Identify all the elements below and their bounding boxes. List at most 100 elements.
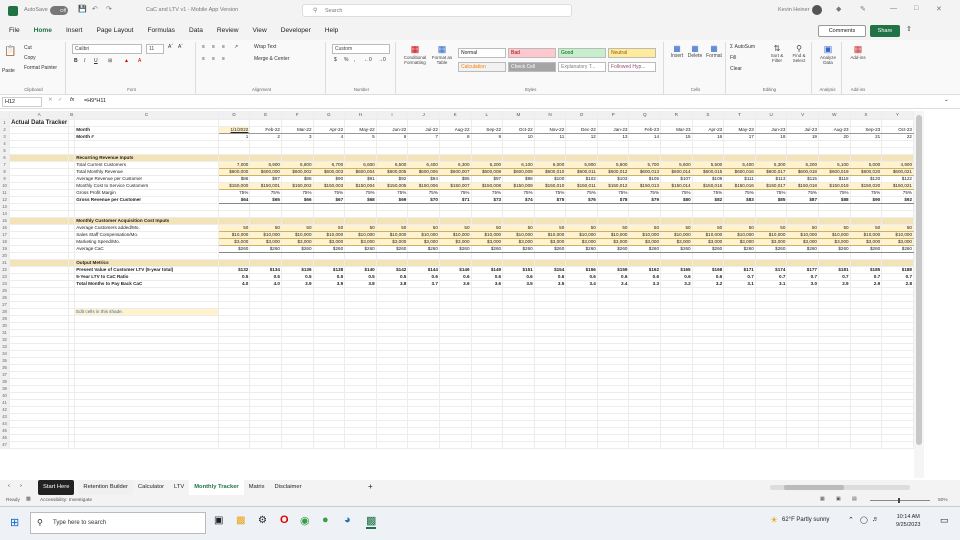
cell[interactable] [850,287,883,295]
cell[interactable]: 3.6 [439,280,472,288]
cancel-icon[interactable]: ✕ [48,97,53,103]
cell[interactable] [9,329,70,337]
cell[interactable]: $150,006 [407,182,440,190]
cell[interactable] [249,427,282,435]
cell[interactable]: 50 [850,224,883,232]
cell[interactable] [407,364,440,372]
cell[interactable] [249,371,282,379]
cell[interactable] [692,427,725,435]
cell[interactable]: $3,000 [407,238,440,246]
fx-icon[interactable]: fx [70,97,74,103]
cell[interactable]: $260 [471,245,504,253]
row-header[interactable]: 37 [0,371,11,379]
cell[interactable] [628,434,662,442]
cell[interactable]: $185 [850,266,883,274]
cell[interactable] [818,336,851,344]
cell[interactable] [597,413,630,421]
cell[interactable] [218,336,251,344]
cell[interactable]: 6,400 [407,161,440,169]
cell[interactable] [534,350,567,358]
cell[interactable] [881,203,914,211]
cell[interactable]: $83 [723,196,756,204]
search-box[interactable]: ⚲ Search [302,4,572,17]
cell[interactable]: 5,900 [565,161,598,169]
cell[interactable]: $150,010 [534,182,567,190]
cell[interactable] [628,364,662,372]
cell[interactable] [660,322,693,330]
cell[interactable] [471,371,504,379]
cell[interactable] [439,252,472,260]
cell[interactable] [565,420,598,428]
cell[interactable] [407,357,440,365]
cell[interactable] [376,441,409,449]
row-header[interactable]: 47 [0,441,11,449]
row-label[interactable]: Total Current Customers [74,161,219,169]
conditional-formatting-button[interactable]: ▦ Conditional Formatting [402,44,428,65]
cell[interactable]: $10,000 [313,231,346,239]
cell[interactable] [502,336,535,344]
cell[interactable] [376,378,409,386]
row-label[interactable] [74,336,219,344]
cell[interactable]: $136 [281,266,314,274]
cell[interactable] [376,406,409,414]
cell[interactable] [565,406,598,414]
cell[interactable] [723,343,756,351]
cell[interactable] [502,427,535,435]
cell[interactable] [628,217,662,225]
cell[interactable] [9,210,70,218]
cell[interactable]: 19 [786,133,819,141]
cell[interactable]: $150,014 [660,182,693,190]
align-left-icon[interactable]: ≡ [202,56,205,62]
row-header[interactable]: 20 [0,252,11,260]
cell[interactable]: $80 [660,196,693,204]
cell[interactable] [628,406,662,414]
cell[interactable] [344,371,377,379]
cell[interactable] [628,441,662,449]
cell[interactable]: 0.6 [628,273,662,281]
menu-file[interactable]: File [2,22,27,40]
cell[interactable] [565,413,598,421]
cell[interactable]: 75% [407,189,440,197]
row-label[interactable] [74,252,219,260]
cell[interactable]: $260 [786,245,819,253]
cell[interactable] [281,252,314,260]
cell[interactable]: $122 [881,175,914,183]
task-view-icon[interactable]: ▣ [214,515,223,526]
cell[interactable] [439,294,472,302]
row-header[interactable]: 9 [0,175,11,183]
cell[interactable] [660,364,693,372]
cell[interactable]: 1 [218,133,251,141]
cell[interactable]: Jul-22 [407,126,440,134]
cell[interactable] [218,147,251,155]
column-header-n[interactable]: N [534,111,567,120]
row-label[interactable]: 5-Year LTV to CaC Ratio [74,273,219,281]
cell[interactable] [502,301,535,309]
cell[interactable]: 7 [407,133,440,141]
row-header[interactable]: 25 [0,287,11,295]
cell[interactable]: 75% [344,189,377,197]
cell[interactable] [786,427,819,435]
cell[interactable] [723,252,756,260]
cell[interactable] [597,147,630,155]
cell[interactable] [218,357,251,365]
cell[interactable] [755,287,788,295]
file-explorer-icon[interactable]: ▩ [236,515,245,526]
row-label[interactable] [74,413,219,421]
cell[interactable] [850,378,883,386]
cell[interactable]: $260 [502,245,535,253]
column-header-m[interactable]: M [502,111,535,120]
cell[interactable]: 75% [281,189,314,197]
cell[interactable]: $3,000 [723,238,756,246]
cell[interactable] [218,413,251,421]
tab-retention-builder[interactable]: Retention Builder [78,480,133,495]
menu-view[interactable]: View [246,22,274,40]
cell[interactable] [439,385,472,393]
row-header[interactable]: 34 [0,350,11,358]
cell[interactable]: 5,000 [850,161,883,169]
cell[interactable]: 12 [565,133,598,141]
cell[interactable] [818,315,851,323]
cell[interactable] [439,210,472,218]
row-header[interactable]: 21 [0,259,11,267]
cell[interactable]: $75 [534,196,567,204]
cell[interactable] [628,378,662,386]
